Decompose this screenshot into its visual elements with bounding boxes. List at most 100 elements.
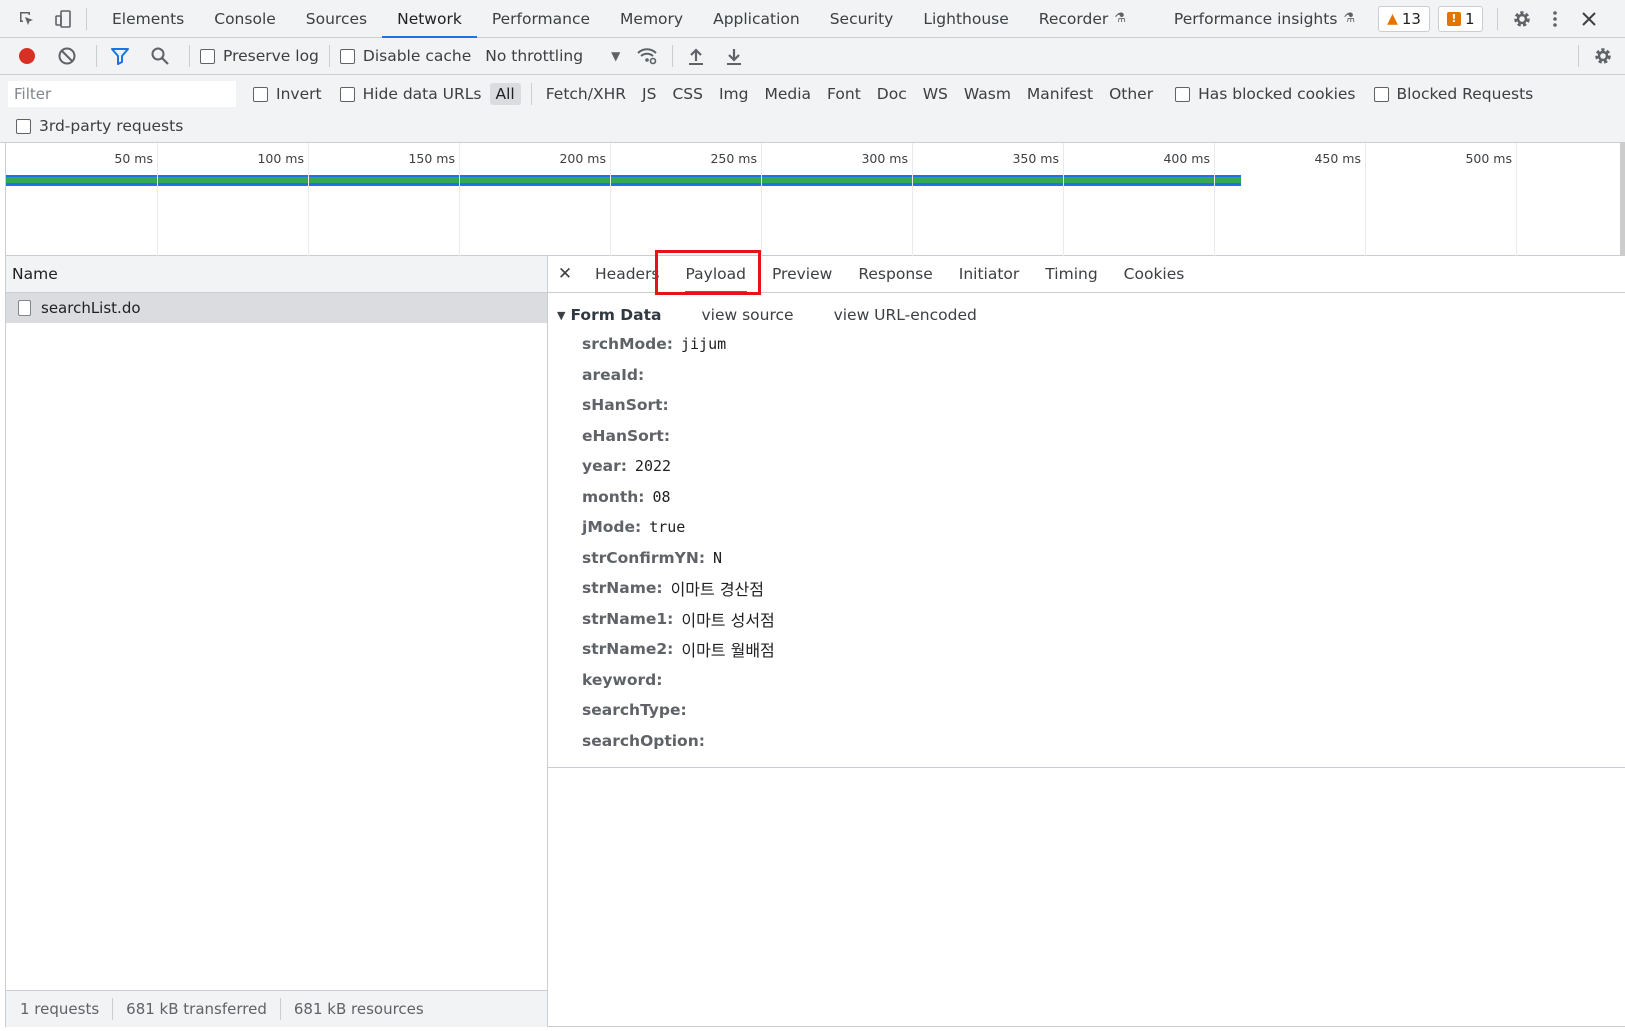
form-data-row[interactable]: strName: 이마트 경산점 bbox=[548, 573, 1625, 604]
timeline-tick-label: 50 ms bbox=[114, 151, 153, 166]
has-blocked-cookies-checkbox[interactable] bbox=[1175, 86, 1191, 102]
form-data-row[interactable]: jMode: true bbox=[548, 512, 1625, 543]
close-detail-icon[interactable]: ✕ bbox=[548, 264, 582, 284]
tab-lighthouse[interactable]: Lighthouse bbox=[908, 0, 1023, 38]
tab-performance-insights[interactable]: Performance insights ⚗ bbox=[1159, 0, 1370, 38]
filter-input[interactable]: Filter bbox=[8, 81, 236, 107]
type-filter-js[interactable]: JS bbox=[636, 83, 662, 105]
form-data-row[interactable]: strName1: 이마트 성서점 bbox=[548, 604, 1625, 635]
more-options-icon[interactable] bbox=[1540, 9, 1570, 29]
tab-performance[interactable]: Performance bbox=[477, 0, 605, 38]
tab-memory[interactable]: Memory bbox=[605, 0, 698, 38]
detail-tab-headers[interactable]: Headers bbox=[582, 256, 673, 293]
type-filter-wasm[interactable]: Wasm bbox=[958, 83, 1017, 105]
form-data-row[interactable]: searchOption: bbox=[548, 726, 1625, 757]
main-tabs: Elements Console Sources Network Performance… bbox=[97, 0, 1370, 38]
timeline-overview[interactable]: 50 ms 100 ms 150 ms 200 ms 250 ms 300 ms 350 m… bbox=[5, 143, 1623, 256]
hide-data-urls-checkbox[interactable] bbox=[339, 86, 355, 102]
form-data-row[interactable]: sHanSort: bbox=[548, 390, 1625, 421]
detail-tab-list: Headers Payload Preview Response Initiator Ti… bbox=[582, 256, 1197, 293]
tab-security[interactable]: Security bbox=[815, 0, 909, 38]
filter-options: Invert Hide data URLs All Fetch/XHR JS CSS I… bbox=[253, 79, 1551, 109]
form-data-row[interactable]: month: 08 bbox=[548, 482, 1625, 513]
import-har-icon[interactable] bbox=[683, 46, 709, 66]
network-conditions-icon[interactable] bbox=[632, 46, 662, 66]
timeline-gridline bbox=[459, 143, 460, 256]
tab-elements[interactable]: Elements bbox=[97, 0, 199, 38]
form-data-title: Form Data bbox=[570, 306, 662, 324]
type-filter-fetch-xhr[interactable]: Fetch/XHR bbox=[540, 83, 632, 105]
form-data-key: searchType: bbox=[582, 701, 687, 720]
disable-cache-checkbox[interactable] bbox=[339, 48, 355, 64]
form-data-header[interactable]: ▼ Form Data view source view URL-encoded bbox=[548, 301, 1625, 329]
form-data-row[interactable]: year: 2022 bbox=[548, 451, 1625, 482]
type-filter-ws[interactable]: WS bbox=[917, 83, 954, 105]
type-filter-all[interactable]: All bbox=[489, 83, 521, 105]
tab-sources[interactable]: Sources bbox=[291, 0, 382, 38]
warnings-badge[interactable]: ▲ 13 bbox=[1378, 5, 1430, 32]
view-source-link[interactable]: view source bbox=[701, 306, 793, 324]
form-data-row[interactable]: searchType: bbox=[548, 695, 1625, 726]
form-data-row[interactable]: eHanSort: bbox=[548, 421, 1625, 452]
detail-tab-payload[interactable]: Payload bbox=[673, 256, 759, 293]
detail-tab-response[interactable]: Response bbox=[845, 256, 945, 293]
third-party-checkbox[interactable] bbox=[16, 118, 31, 134]
detail-tab-cookies[interactable]: Cookies bbox=[1111, 256, 1198, 293]
experimental-flask-icon: ⚗ bbox=[1343, 11, 1356, 26]
request-row[interactable]: searchList.do bbox=[6, 293, 547, 323]
inspect-element-icon[interactable] bbox=[14, 9, 40, 29]
dropdown-arrow-icon: ▼ bbox=[611, 49, 621, 63]
type-filter-css[interactable]: CSS bbox=[666, 83, 709, 105]
timeline-tick-label: 300 ms bbox=[861, 151, 908, 166]
type-filter-img[interactable]: Img bbox=[713, 83, 755, 105]
close-icon[interactable] bbox=[1574, 11, 1604, 27]
type-filter-media[interactable]: Media bbox=[758, 83, 817, 105]
network-toolbar: Preserve log Disable cache No throttling… bbox=[0, 38, 1625, 75]
separator bbox=[1578, 45, 1579, 67]
form-data-row[interactable]: strConfirmYN: N bbox=[548, 543, 1625, 574]
view-url-encoded-link[interactable]: view URL-encoded bbox=[834, 306, 977, 324]
tab-label: Application bbox=[713, 9, 800, 28]
export-har-icon[interactable] bbox=[721, 46, 747, 66]
timeline-tick-label: 450 ms bbox=[1314, 151, 1361, 166]
hide-data-urls-label: Hide data URLs bbox=[362, 85, 482, 103]
invert-checkbox[interactable] bbox=[253, 86, 268, 102]
throttling-select[interactable]: No throttling ▼ bbox=[485, 47, 620, 65]
detail-tab-preview[interactable]: Preview bbox=[759, 256, 845, 293]
detail-tab-initiator[interactable]: Initiator bbox=[946, 256, 1033, 293]
tab-recorder[interactable]: Recorder ⚗ bbox=[1024, 0, 1141, 38]
type-filter-manifest[interactable]: Manifest bbox=[1021, 83, 1099, 105]
overview-scrollbar[interactable] bbox=[1620, 143, 1625, 256]
form-data-row[interactable]: keyword: bbox=[548, 665, 1625, 696]
clear-icon[interactable] bbox=[54, 46, 80, 66]
collapse-triangle-icon[interactable]: ▼ bbox=[557, 309, 565, 322]
separator bbox=[328, 45, 330, 67]
form-data-row[interactable]: areaId: bbox=[548, 360, 1625, 391]
form-data-value: true bbox=[649, 518, 686, 537]
preserve-log-checkbox[interactable] bbox=[200, 48, 215, 64]
network-settings-icon[interactable] bbox=[1589, 46, 1617, 66]
form-data-value: 이마트 월배점 bbox=[681, 641, 775, 661]
timeline-gridline bbox=[761, 143, 762, 256]
issues-badge[interactable]: ! 1 bbox=[1437, 5, 1484, 32]
tab-network[interactable]: Network bbox=[382, 0, 477, 38]
gear-icon[interactable] bbox=[1508, 9, 1536, 29]
form-data-key: sHanSort: bbox=[582, 396, 669, 415]
tab-application[interactable]: Application bbox=[698, 0, 815, 38]
blocked-requests-checkbox[interactable] bbox=[1373, 86, 1389, 102]
form-data-row[interactable]: srchMode: jijum bbox=[548, 329, 1625, 360]
type-filter-other[interactable]: Other bbox=[1103, 83, 1159, 105]
tab-console[interactable]: Console bbox=[199, 0, 291, 38]
record-icon[interactable] bbox=[14, 46, 40, 66]
type-filter-doc[interactable]: Doc bbox=[871, 83, 913, 105]
timeline-tick-label: 100 ms bbox=[257, 151, 304, 166]
filter-icon[interactable] bbox=[107, 46, 133, 66]
type-filter-font[interactable]: Font bbox=[821, 83, 867, 105]
detail-tab-timing[interactable]: Timing bbox=[1032, 256, 1110, 293]
timeline-tick-label: 250 ms bbox=[710, 151, 757, 166]
device-toolbar-icon[interactable] bbox=[50, 9, 76, 29]
form-data-row[interactable]: strName2: 이마트 월배점 bbox=[548, 634, 1625, 665]
name-column-header[interactable]: Name bbox=[6, 256, 547, 293]
request-name: searchList.do bbox=[41, 299, 141, 317]
search-icon[interactable] bbox=[147, 46, 173, 66]
